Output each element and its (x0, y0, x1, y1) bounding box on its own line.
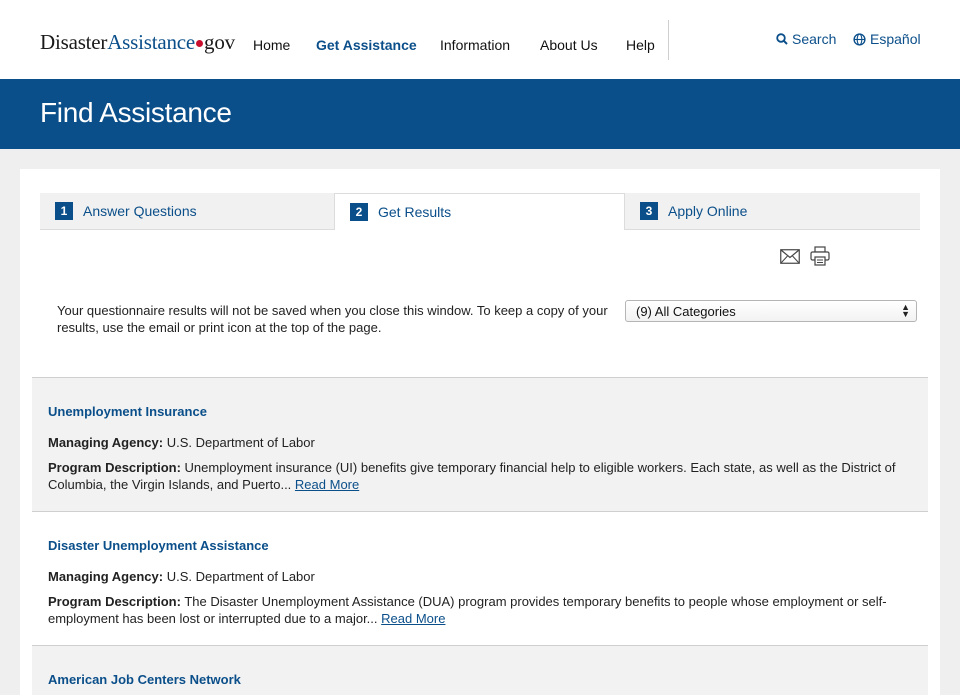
search-label: Search (792, 31, 837, 47)
result-description: Program Description: The Disaster Unempl… (48, 593, 912, 627)
read-more-link[interactable]: Read More (381, 611, 445, 626)
result-description: Program Description: Unemployment insura… (48, 459, 912, 493)
description-label: Program Description: (48, 594, 181, 609)
category-select[interactable]: (9) All Categories ▲ ▼ (625, 300, 917, 322)
search-link[interactable]: Search (776, 31, 836, 47)
step-apply-online[interactable]: 3 Apply Online (625, 193, 920, 230)
language-link[interactable]: Español (853, 31, 921, 47)
agency-value: U.S. Department of Labor (166, 569, 315, 584)
category-select-value: (9) All Categories (636, 304, 736, 319)
logo-text-assistance: Assistance (107, 30, 196, 54)
description-label: Program Description: (48, 460, 181, 475)
step-label: Apply Online (668, 203, 748, 219)
globe-icon (853, 32, 866, 46)
email-icon[interactable] (780, 248, 800, 264)
logo-text-gov: gov (204, 30, 235, 54)
step-number: 2 (350, 203, 368, 221)
agency-label: Managing Agency: (48, 569, 164, 584)
read-more-link[interactable]: Read More (295, 477, 359, 492)
page-title: Find Assistance (40, 97, 232, 128)
nav-get-assistance[interactable]: Get Assistance (316, 37, 417, 53)
step-answer-questions[interactable]: 1 Answer Questions (40, 193, 334, 230)
page-banner: Find Assistance (0, 79, 960, 149)
language-label: Español (870, 31, 921, 47)
nav-divider (668, 20, 669, 60)
step-tabs: 1 Answer Questions 2 Get Results 3 Apply… (40, 193, 920, 230)
site-header: DisasterAssistance gov Home Get Assistanc… (0, 0, 960, 79)
agency-value: U.S. Department of Labor (166, 435, 315, 450)
result-item: Unemployment Insurance Managing Agency: … (32, 377, 928, 512)
step-number: 3 (640, 202, 658, 220)
step-get-results[interactable]: 2 Get Results (334, 193, 625, 230)
result-agency: Managing Agency: U.S. Department of Labo… (48, 435, 912, 450)
print-icon[interactable] (810, 246, 830, 266)
result-title[interactable]: American Job Centers Network (48, 672, 912, 687)
result-title[interactable]: Disaster Unemployment Assistance (48, 538, 912, 553)
nav-home[interactable]: Home (253, 37, 290, 53)
step-label: Get Results (378, 204, 452, 220)
nav-about-us[interactable]: About Us (540, 37, 598, 53)
site-logo[interactable]: DisasterAssistance gov (40, 30, 235, 55)
search-icon (776, 33, 788, 45)
step-label: Answer Questions (83, 203, 197, 219)
nav-help[interactable]: Help (626, 37, 655, 53)
logo-dot (196, 40, 204, 48)
nav-information[interactable]: Information (440, 37, 510, 53)
save-notice: Your questionnaire results will not be s… (57, 303, 608, 335)
logo-text-disaster: Disaster (40, 30, 108, 54)
share-icons (780, 246, 830, 266)
agency-label: Managing Agency: (48, 435, 164, 450)
result-agency: Managing Agency: U.S. Department of Labo… (48, 569, 912, 584)
result-item: Disaster Unemployment Assistance Managin… (32, 511, 928, 646)
select-arrows-icon: ▲ ▼ (901, 302, 910, 319)
result-title[interactable]: Unemployment Insurance (48, 404, 912, 419)
results-panel: 1 Answer Questions 2 Get Results 3 Apply… (20, 169, 940, 695)
step-number: 1 (55, 202, 73, 220)
result-item: American Job Centers Network (32, 645, 928, 695)
